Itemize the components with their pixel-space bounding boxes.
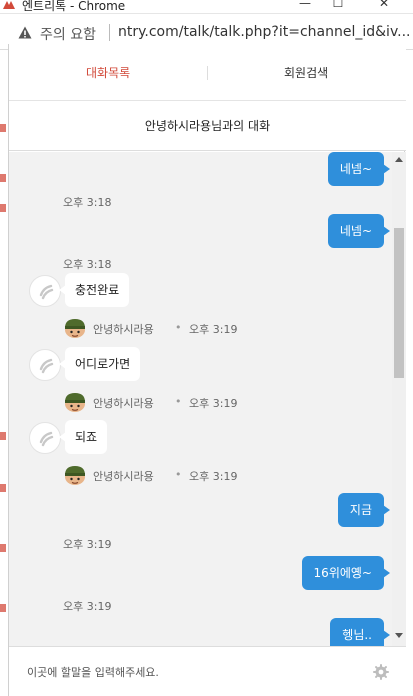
background-text-fragment xyxy=(0,484,6,492)
message-composer xyxy=(9,646,406,696)
background-page-left-edge xyxy=(0,44,8,696)
tab-bar: 대화목록 회원검색 xyxy=(9,44,406,101)
sender-name: 안녕하시라용 xyxy=(93,323,154,336)
screen: 엔트리톡 - Chrome — ☐ ✕ 주의 요함 ntry.com/talk/… xyxy=(0,0,413,696)
gear-icon[interactable] xyxy=(373,664,389,680)
background-text-fragment xyxy=(0,432,6,440)
default-avatar-icon[interactable] xyxy=(29,275,61,307)
background-text-fragment xyxy=(0,124,6,132)
background-text-fragment xyxy=(0,544,6,552)
message-time: 오후 3:19 xyxy=(63,538,112,551)
chat-scrollbar[interactable] xyxy=(392,152,406,646)
scroll-down-arrow-icon[interactable] xyxy=(395,633,403,638)
minimize-button[interactable]: — xyxy=(290,0,320,12)
address-divider xyxy=(109,24,110,41)
meta-separator: • xyxy=(175,321,182,334)
message-time: 오후 3:19 xyxy=(63,600,112,613)
my-message-bubble: 네넴~ xyxy=(327,214,391,248)
tab-chat-list[interactable]: 대화목록 xyxy=(86,64,130,81)
default-avatar-icon[interactable] xyxy=(29,422,61,454)
background-text-fragment xyxy=(0,174,6,182)
background-text-fragment xyxy=(0,604,6,612)
background-page-right-edge xyxy=(405,44,413,696)
other-message-bubble: 되죠 xyxy=(58,420,108,454)
entry-logo-icon xyxy=(3,1,15,9)
window-title: 엔트리톡 - Chrome xyxy=(22,0,126,13)
message-time: 오후 3:19 xyxy=(189,470,238,483)
default-avatar-icon[interactable] xyxy=(29,349,61,381)
message-input[interactable] xyxy=(27,661,357,683)
close-button[interactable]: ✕ xyxy=(369,0,399,12)
scroll-up-arrow-icon[interactable] xyxy=(395,157,403,162)
message-list[interactable]: 네넴~ 오후 3:18 네넴~ 오후 3:18 충전완료 안녕하시라용 • 오후… xyxy=(9,152,406,646)
security-status[interactable]: 주의 요함 xyxy=(40,24,96,44)
meta-separator: • xyxy=(175,395,182,408)
conversation-title: 안녕하시라용님과의 대화 xyxy=(144,119,271,133)
url-text[interactable]: ntry.com/talk/talk.php?it=channel_id&iv.… xyxy=(118,24,411,40)
my-message-bubble: 16위에옝~ xyxy=(301,556,391,590)
meta-separator: • xyxy=(175,468,182,481)
warning-triangle-icon[interactable] xyxy=(18,26,32,39)
my-message-bubble: 헹님.. xyxy=(330,618,390,646)
my-message-bubble: 네넴~ xyxy=(327,152,391,186)
other-message-bubble: 어디로가면 xyxy=(58,347,141,381)
talk-popup: 대화목록 회원검색 안녕하시라용님과의 대화 네넴~ 오후 3:18 네넴~ 오… xyxy=(8,44,406,696)
window-titlebar: 엔트리톡 - Chrome — ☐ ✕ xyxy=(0,0,413,14)
message-time: 오후 3:18 xyxy=(63,258,112,271)
maximize-button[interactable]: ☐ xyxy=(323,0,353,12)
sender-name: 안녕하시라용 xyxy=(93,397,154,410)
message-time: 오후 3:19 xyxy=(189,397,238,410)
message-time: 오후 3:19 xyxy=(189,323,238,336)
scrollbar-thumb[interactable] xyxy=(394,228,404,378)
tab-divider xyxy=(207,66,208,80)
sender-name: 안녕하시라용 xyxy=(93,470,154,483)
tab-member-search[interactable]: 회원검색 xyxy=(284,64,328,81)
background-text-fragment xyxy=(0,204,6,212)
soldier-avatar-icon[interactable] xyxy=(63,464,87,486)
soldier-avatar-icon[interactable] xyxy=(63,317,87,339)
soldier-avatar-icon[interactable] xyxy=(63,391,87,413)
message-time: 오후 3:18 xyxy=(63,196,112,209)
conversation-header: 안녕하시라용님과의 대화 xyxy=(9,101,406,151)
my-message-bubble: 지금 xyxy=(337,493,391,527)
other-message-bubble: 충전완료 xyxy=(58,273,130,307)
